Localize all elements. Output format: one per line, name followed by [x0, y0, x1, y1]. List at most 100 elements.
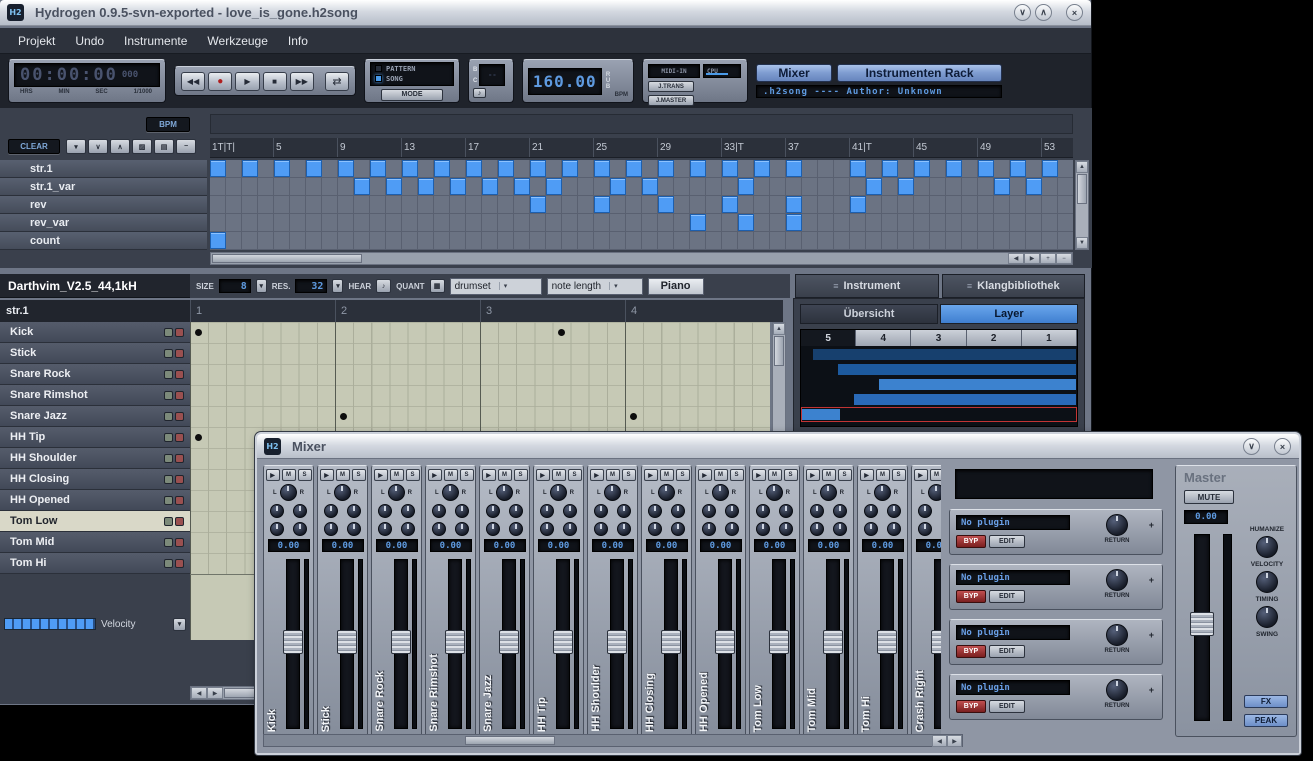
song-cell[interactable] [274, 160, 290, 177]
pan-knob[interactable] [712, 484, 729, 501]
pan-knob[interactable] [334, 484, 351, 501]
song-cell[interactable] [850, 232, 866, 249]
song-cell[interactable] [738, 232, 754, 249]
song-cell[interactable] [754, 160, 770, 177]
instrument-mute-led[interactable] [164, 433, 173, 442]
show-peaks-button[interactable]: PEAK [1244, 714, 1288, 727]
timeline-bpm-button[interactable]: BPM [146, 117, 190, 132]
song-cell[interactable] [578, 178, 594, 195]
fx-plugin-display[interactable]: No plugin [956, 570, 1070, 585]
fx-send-knob-4[interactable] [833, 522, 847, 536]
note-length-combo[interactable]: note length ▾ [547, 278, 643, 295]
song-tool-button[interactable]: ▤ [154, 139, 174, 154]
mixer-horizontal-scrollbar[interactable]: ◀ ▶ [263, 734, 963, 747]
song-cell[interactable] [866, 178, 882, 195]
volume-fader-handle[interactable] [445, 630, 465, 654]
song-cell[interactable] [866, 160, 882, 177]
song-cell[interactable] [242, 160, 258, 177]
instrument-mute-led[interactable] [164, 517, 173, 526]
layer-row[interactable] [802, 348, 1076, 361]
hydrogen-app-icon[interactable]: H2 [264, 438, 281, 455]
song-cell[interactable] [498, 232, 514, 249]
song-cell[interactable] [274, 214, 290, 231]
song-cell[interactable] [258, 232, 274, 249]
song-cell[interactable] [354, 196, 370, 213]
song-cell[interactable] [306, 178, 322, 195]
master-fader-handle[interactable] [1190, 612, 1214, 636]
song-cell[interactable] [402, 196, 418, 213]
pan-knob[interactable] [604, 484, 621, 501]
song-cell[interactable] [882, 214, 898, 231]
song-cell[interactable] [754, 214, 770, 231]
song-cell[interactable] [274, 196, 290, 213]
instrument-solo-led[interactable] [175, 496, 184, 505]
fx-send-knob-4[interactable] [509, 522, 523, 536]
song-cell[interactable] [226, 214, 242, 231]
song-cell[interactable] [722, 232, 738, 249]
song-cell[interactable] [642, 232, 658, 249]
instrument-row[interactable]: Snare Rock [0, 364, 190, 385]
channel-solo-button[interactable]: S [514, 469, 528, 481]
song-cell[interactable] [946, 232, 962, 249]
song-cell[interactable] [978, 178, 994, 195]
song-cell[interactable] [1026, 232, 1042, 249]
fx-send-knob-2[interactable] [509, 504, 523, 518]
song-cell[interactable] [466, 160, 482, 177]
instrument-row[interactable]: Tom Mid [0, 532, 190, 553]
instrument-row[interactable]: Tom Hi [0, 553, 190, 574]
fx-send-knob-2[interactable] [455, 504, 469, 518]
fx-bypass-button[interactable]: BYP [956, 645, 986, 658]
song-cell[interactable] [1058, 232, 1073, 249]
song-cell[interactable] [818, 160, 834, 177]
channel-mute-button[interactable]: M [876, 469, 890, 481]
song-cell[interactable] [290, 214, 306, 231]
channel-mute-button[interactable]: M [498, 469, 512, 481]
song-cell[interactable] [1026, 178, 1042, 195]
fx-send-knob-2[interactable] [833, 504, 847, 518]
fx-send-knob-2[interactable] [293, 504, 307, 518]
timeline-ruler[interactable]: 1T|T| 5 9 13 17 21 25 29 33|T 37 41|T 45… [210, 138, 1073, 158]
song-cell[interactable] [866, 196, 882, 213]
volume-fader-handle[interactable] [499, 630, 519, 654]
song-cell[interactable] [482, 178, 498, 195]
humanize-velocity-knob[interactable] [1256, 536, 1278, 558]
song-cell[interactable] [546, 214, 562, 231]
song-cell[interactable] [722, 160, 738, 177]
drumset-combo[interactable]: drumset ▾ [450, 278, 542, 295]
song-cell[interactable] [514, 160, 530, 177]
song-cell[interactable] [354, 160, 370, 177]
song-cell[interactable] [290, 196, 306, 213]
fx-send-knob-4[interactable] [401, 522, 415, 536]
channel-solo-button[interactable]: S [406, 469, 420, 481]
song-cell[interactable] [850, 160, 866, 177]
song-cell[interactable] [770, 214, 786, 231]
song-cell[interactable] [674, 160, 690, 177]
channel-solo-button[interactable]: S [838, 469, 852, 481]
fx-return-knob[interactable] [1106, 624, 1128, 646]
instrument-mute-led[interactable] [164, 412, 173, 421]
song-cell[interactable] [706, 196, 722, 213]
song-cell[interactable] [578, 214, 594, 231]
fx-return-knob[interactable] [1106, 679, 1128, 701]
song-cell[interactable] [466, 232, 482, 249]
fx-send-knob-3[interactable] [270, 522, 284, 536]
fx-edit-button[interactable]: EDIT [989, 645, 1025, 658]
mixer-button[interactable]: Mixer [756, 64, 832, 82]
song-cell[interactable] [754, 232, 770, 249]
song-cell[interactable] [626, 160, 642, 177]
song-cell[interactable] [930, 232, 946, 249]
size-dropdown-icon[interactable]: ▾ [256, 279, 267, 293]
hydrogen-app-icon[interactable]: H2 [7, 4, 24, 21]
scroll-right-arrow[interactable]: ▶ [947, 735, 962, 747]
song-cell[interactable] [338, 178, 354, 195]
song-cell[interactable] [386, 196, 402, 213]
song-cell[interactable] [434, 178, 450, 195]
song-cell[interactable] [258, 214, 274, 231]
tempo-ruler[interactable] [210, 114, 1073, 134]
fx-bypass-button[interactable]: BYP [956, 590, 986, 603]
song-cell[interactable] [930, 178, 946, 195]
song-cell[interactable] [834, 232, 850, 249]
song-cell[interactable] [898, 232, 914, 249]
song-cell[interactable] [930, 214, 946, 231]
song-cell[interactable] [258, 178, 274, 195]
